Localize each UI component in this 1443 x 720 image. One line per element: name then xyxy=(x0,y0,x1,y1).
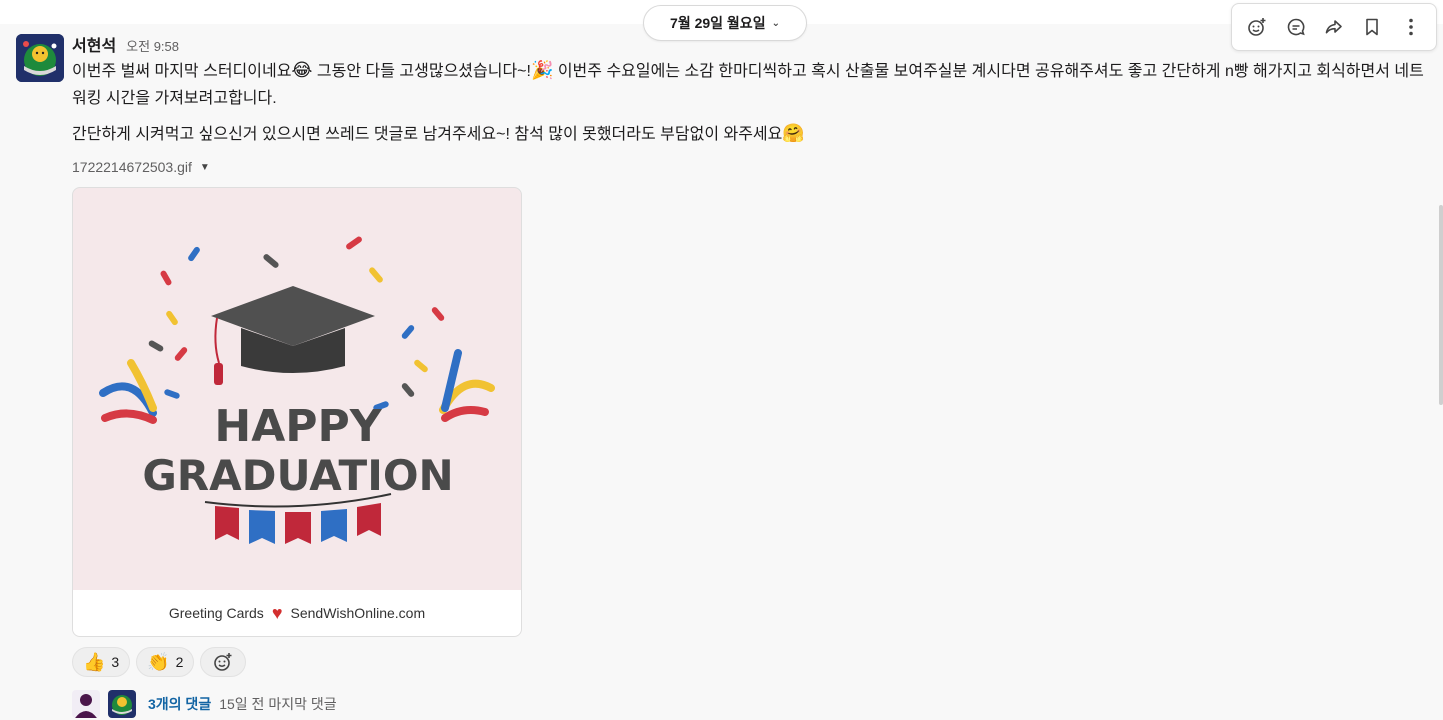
image-footer: Greeting Cards ♥ SendWishOnline.com xyxy=(73,590,521,636)
image-text-happy: HAPPY xyxy=(214,401,382,452)
caret-down-icon[interactable]: ▼ xyxy=(200,162,210,173)
date-divider-label: 7월 29일 월요일 xyxy=(670,15,766,31)
reaction-count: 3 xyxy=(111,654,120,670)
message-paragraph-2: 간단하게 시켜먹고 싶으신거 있으시면 쓰레드 댓글로 남겨주세요~! 참석 많… xyxy=(72,120,1432,148)
scrollbar[interactable] xyxy=(1439,205,1443,405)
reactions-bar: 👍 3 👏 2 xyxy=(72,647,247,677)
attachment-filename[interactable]: 1722214672503.gif xyxy=(72,159,192,175)
message-text: 이번주 벌써 마지막 스터디이네요 xyxy=(72,63,292,80)
replier-avatar-default xyxy=(72,690,100,718)
heart-icon: ♥ xyxy=(271,602,283,623)
attachment-image[interactable]: HAPPY GRADUATION Greeting Cards ♥ SendWi… xyxy=(72,187,522,637)
party-popper-emoji-icon: 🎉 xyxy=(530,60,554,81)
message: 서현석 오전 9:58 이번주 벌써 마지막 스터디이네요😂 그동안 다들 고생… xyxy=(72,32,1432,178)
laughing-emoji-icon: 😂 xyxy=(291,60,313,81)
hugging-emoji-icon: 🤗 xyxy=(782,123,805,144)
graduation-illustration: HAPPY GRADUATION xyxy=(99,236,495,544)
clapping-hands-icon: 👏 xyxy=(147,651,170,673)
author-name[interactable]: 서현석 xyxy=(72,32,116,56)
author-avatar[interactable] xyxy=(16,34,64,82)
reaction-clap[interactable]: 👏 2 xyxy=(136,647,195,677)
message-body: 이번주 벌써 마지막 스터디이네요😂 그동안 다들 고생많으셨습니다~!🎉 이번… xyxy=(72,57,1432,148)
message-timestamp[interactable]: 오전 9:58 xyxy=(126,36,179,55)
thumbs-up-icon: 👍 xyxy=(83,651,106,673)
thread-replies-link[interactable]: 3개의 댓글 xyxy=(148,694,211,714)
message-text: 간단하게 시켜먹고 싶으신거 있으시면 쓰레드 댓글로 남겨주세요~! 참석 많… xyxy=(72,126,783,143)
reaction-thumbs-up[interactable]: 👍 3 xyxy=(72,647,131,677)
message-text: 그동안 다들 고생많으셨습니다~! xyxy=(312,63,531,80)
replier-avatar xyxy=(108,690,136,718)
reaction-count: 2 xyxy=(175,654,184,670)
footer-site: SendWishOnline.com xyxy=(290,605,426,621)
thread-summary[interactable]: 3개의 댓글 15일 전 마지막 댓글 xyxy=(72,688,337,720)
add-reaction-button[interactable] xyxy=(200,647,247,677)
footer-greeting-cards: Greeting Cards xyxy=(168,605,264,621)
chevron-down-icon: ⌄ xyxy=(771,17,780,29)
message-paragraph-1: 이번주 벌써 마지막 스터디이네요😂 그동안 다들 고생많으셨습니다~!🎉 이번… xyxy=(72,57,1432,112)
attachment-header[interactable]: 1722214672503.gif ▼ xyxy=(72,156,1432,178)
image-text-graduation: GRADUATION xyxy=(142,451,453,500)
add-emoji-icon xyxy=(214,653,232,671)
thread-last-reply: 15일 전 마지막 댓글 xyxy=(219,696,337,712)
